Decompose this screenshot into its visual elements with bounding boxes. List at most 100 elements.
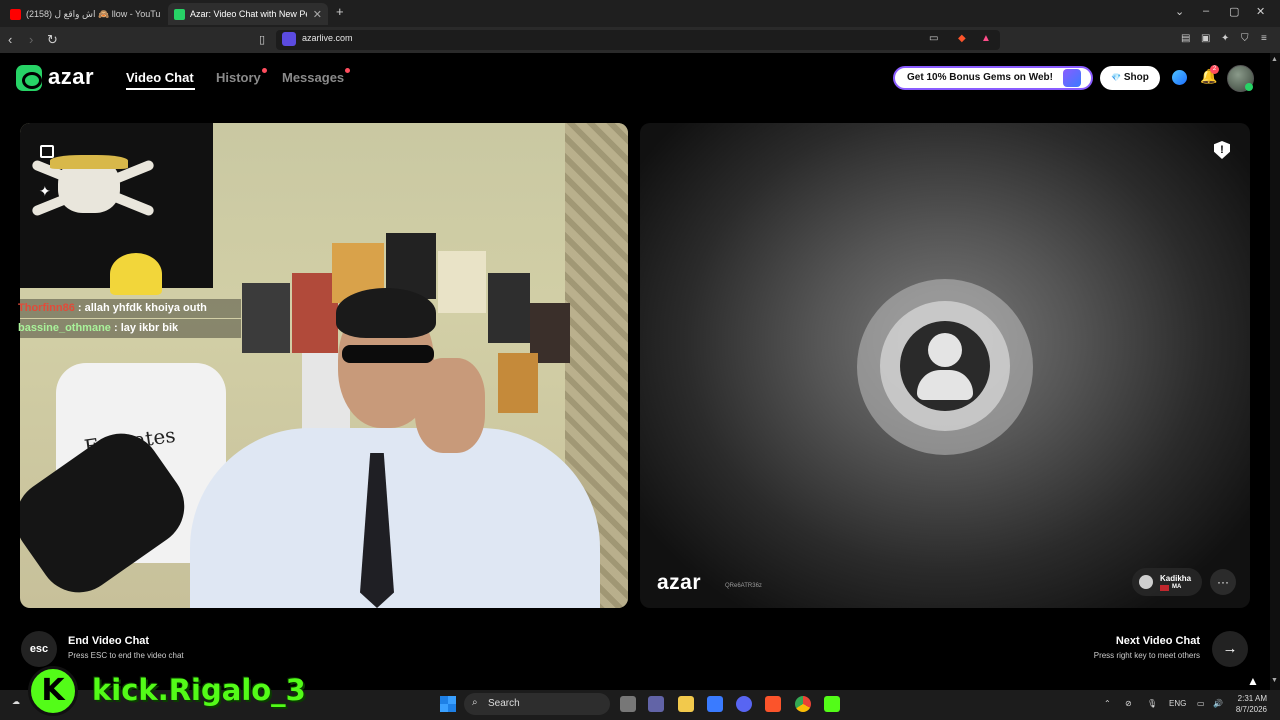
- user-placeholder-icon-body: [917, 370, 973, 400]
- chevron-up-icon[interactable]: ⌃: [1104, 699, 1111, 708]
- start-button[interactable]: [440, 696, 456, 712]
- search-label: Search: [488, 698, 520, 709]
- language-indicator[interactable]: ENG: [1169, 699, 1186, 708]
- browser-tab-bar: (2158) اش واقع ل 🙈 llow - YouTube Azar: …: [0, 0, 1280, 27]
- expand-icon[interactable]: [40, 145, 54, 158]
- close-window-button[interactable]: ✕: [1256, 5, 1265, 18]
- partner-avatar-icon: [1139, 575, 1153, 589]
- nav-messages[interactable]: Messages: [282, 70, 344, 85]
- shop-button[interactable]: 💎 Shop: [1100, 66, 1160, 90]
- active-nav-indicator: [126, 88, 195, 90]
- clock-time: 2:31 AM: [1237, 694, 1267, 703]
- partner-name: Kadikha: [1160, 574, 1192, 583]
- online-status-dot: [1245, 83, 1253, 91]
- poster: [242, 283, 290, 353]
- morocco-flag-icon: [1160, 585, 1169, 591]
- url-field[interactable]: [276, 30, 1000, 50]
- sidebar-icon[interactable]: ▤: [1181, 33, 1190, 44]
- end-chat-button[interactable]: esc: [21, 631, 57, 667]
- chat-message: Thorfinn86 : allah yhfdk khoiya outh: [18, 299, 241, 318]
- network-icon[interactable]: ⊘: [1125, 699, 1132, 708]
- brave-shield-icon[interactable]: ◆: [958, 33, 966, 44]
- straw-hat: [50, 155, 128, 169]
- poster: [438, 251, 486, 313]
- bookmark-icon[interactable]: ▯: [259, 33, 265, 46]
- maximize-button[interactable]: ▢: [1229, 5, 1239, 18]
- nav-history[interactable]: History: [216, 70, 261, 85]
- volume-icon[interactable]: 🔊: [1213, 699, 1223, 708]
- gem-icon: 💎: [1111, 73, 1122, 82]
- person-body: [190, 428, 600, 608]
- chat-username: Thorfinn86: [18, 302, 75, 314]
- kick-logo-icon: K: [28, 666, 78, 716]
- file-explorer-icon[interactable]: [678, 696, 694, 712]
- chat-message: bassine_othmane : lay ikbr bik: [18, 319, 241, 338]
- weather-icon[interactable]: ☁: [12, 697, 20, 706]
- wallet-icon[interactable]: ▣: [1201, 33, 1210, 44]
- task-view-icon[interactable]: [620, 696, 636, 712]
- my-video-feed: Emirates: [20, 123, 628, 608]
- tab-youtube[interactable]: (2158) اش واقع ل 🙈 llow - YouTube: [4, 3, 166, 25]
- windows-icon: [440, 696, 456, 712]
- taskbar-clock[interactable]: 2:31 AM 8/7/2026: [1231, 693, 1267, 715]
- poster: [498, 353, 538, 413]
- minimize-button[interactable]: –: [1203, 5, 1209, 17]
- minion-toy: [110, 253, 162, 295]
- bonus-gems-label: Get 10% Bonus Gems on Web!: [907, 72, 1053, 83]
- site-info-icon[interactable]: [282, 32, 296, 46]
- page-scrollbar[interactable]: [1270, 53, 1280, 690]
- azar-logo-icon[interactable]: [16, 65, 42, 91]
- tab-title: Azar: Video Chat with New Pe: [190, 9, 307, 19]
- shop-label: Shop: [1123, 72, 1149, 83]
- teams-icon[interactable]: [648, 696, 664, 712]
- next-chat-button[interactable]: →: [1212, 631, 1248, 667]
- poster: [488, 273, 530, 343]
- scroll-up-icon[interactable]: ▲: [1271, 56, 1278, 63]
- user-placeholder-icon: [928, 333, 962, 367]
- hand: [415, 358, 485, 453]
- close-tab-icon[interactable]: ✕: [307, 8, 322, 21]
- scroll-down-icon[interactable]: ▼: [1271, 677, 1278, 684]
- chat-bubble-button[interactable]: ···: [1210, 569, 1236, 595]
- gift-icon: [1063, 69, 1081, 87]
- discord-icon[interactable]: [736, 696, 752, 712]
- store-icon[interactable]: [707, 696, 723, 712]
- azar-watermark: azar: [657, 571, 702, 594]
- forward-icon[interactable]: ›: [29, 32, 33, 47]
- next-video-chat-hint: Press right key to meet others: [1093, 651, 1200, 660]
- brave-browser-icon[interactable]: [765, 696, 781, 712]
- gems-balance-icon[interactable]: [1172, 70, 1187, 85]
- display-icon[interactable]: ▭: [1197, 699, 1205, 708]
- notification-badge: 2: [1210, 65, 1219, 74]
- kick-app-icon[interactable]: [824, 696, 840, 712]
- history-unread-dot: [262, 68, 267, 73]
- chat-username: bassine_othmane: [18, 322, 111, 334]
- taskbar-search[interactable]: [464, 693, 610, 715]
- tab-azar[interactable]: Azar: Video Chat with New Pe ✕: [168, 3, 328, 25]
- azar-logo-text[interactable]: azar: [48, 64, 94, 90]
- vpn-icon[interactable]: ⛉: [1241, 33, 1249, 44]
- nav-video-chat[interactable]: Video Chat: [126, 70, 194, 85]
- effects-wand-icon[interactable]: ✦: [39, 183, 51, 200]
- cast-icon[interactable]: ▭: [929, 33, 938, 44]
- clock-date: 8/7/2026: [1235, 705, 1267, 714]
- back-icon[interactable]: ‹: [8, 32, 12, 47]
- messages-unread-dot: [345, 68, 350, 73]
- partner-country: MA: [1172, 584, 1182, 590]
- menu-icon[interactable]: ≡: [1261, 33, 1267, 44]
- leo-ai-icon[interactable]: ✦: [1221, 33, 1229, 44]
- youtube-icon: [10, 8, 21, 20]
- microphone-icon[interactable]: 🎙: [1147, 699, 1157, 708]
- new-tab-button[interactable]: +: [336, 4, 344, 19]
- chrome-icon[interactable]: [795, 696, 811, 712]
- watermark-id: QRe6ATR36z: [725, 583, 762, 589]
- tab-list-icon[interactable]: ⌄: [1175, 5, 1184, 18]
- url-text[interactable]: azarlive.com: [302, 33, 353, 43]
- azar-tab-icon: [174, 8, 185, 20]
- sunglasses: [342, 345, 434, 363]
- mouse-cursor-icon: ▲: [1247, 674, 1259, 688]
- search-icon: ⌕: [472, 697, 478, 708]
- brave-rewards-icon[interactable]: ▲: [981, 33, 991, 44]
- reload-icon[interactable]: ↻: [47, 32, 58, 48]
- kick-handle: kick.Rigalo_3: [92, 673, 306, 707]
